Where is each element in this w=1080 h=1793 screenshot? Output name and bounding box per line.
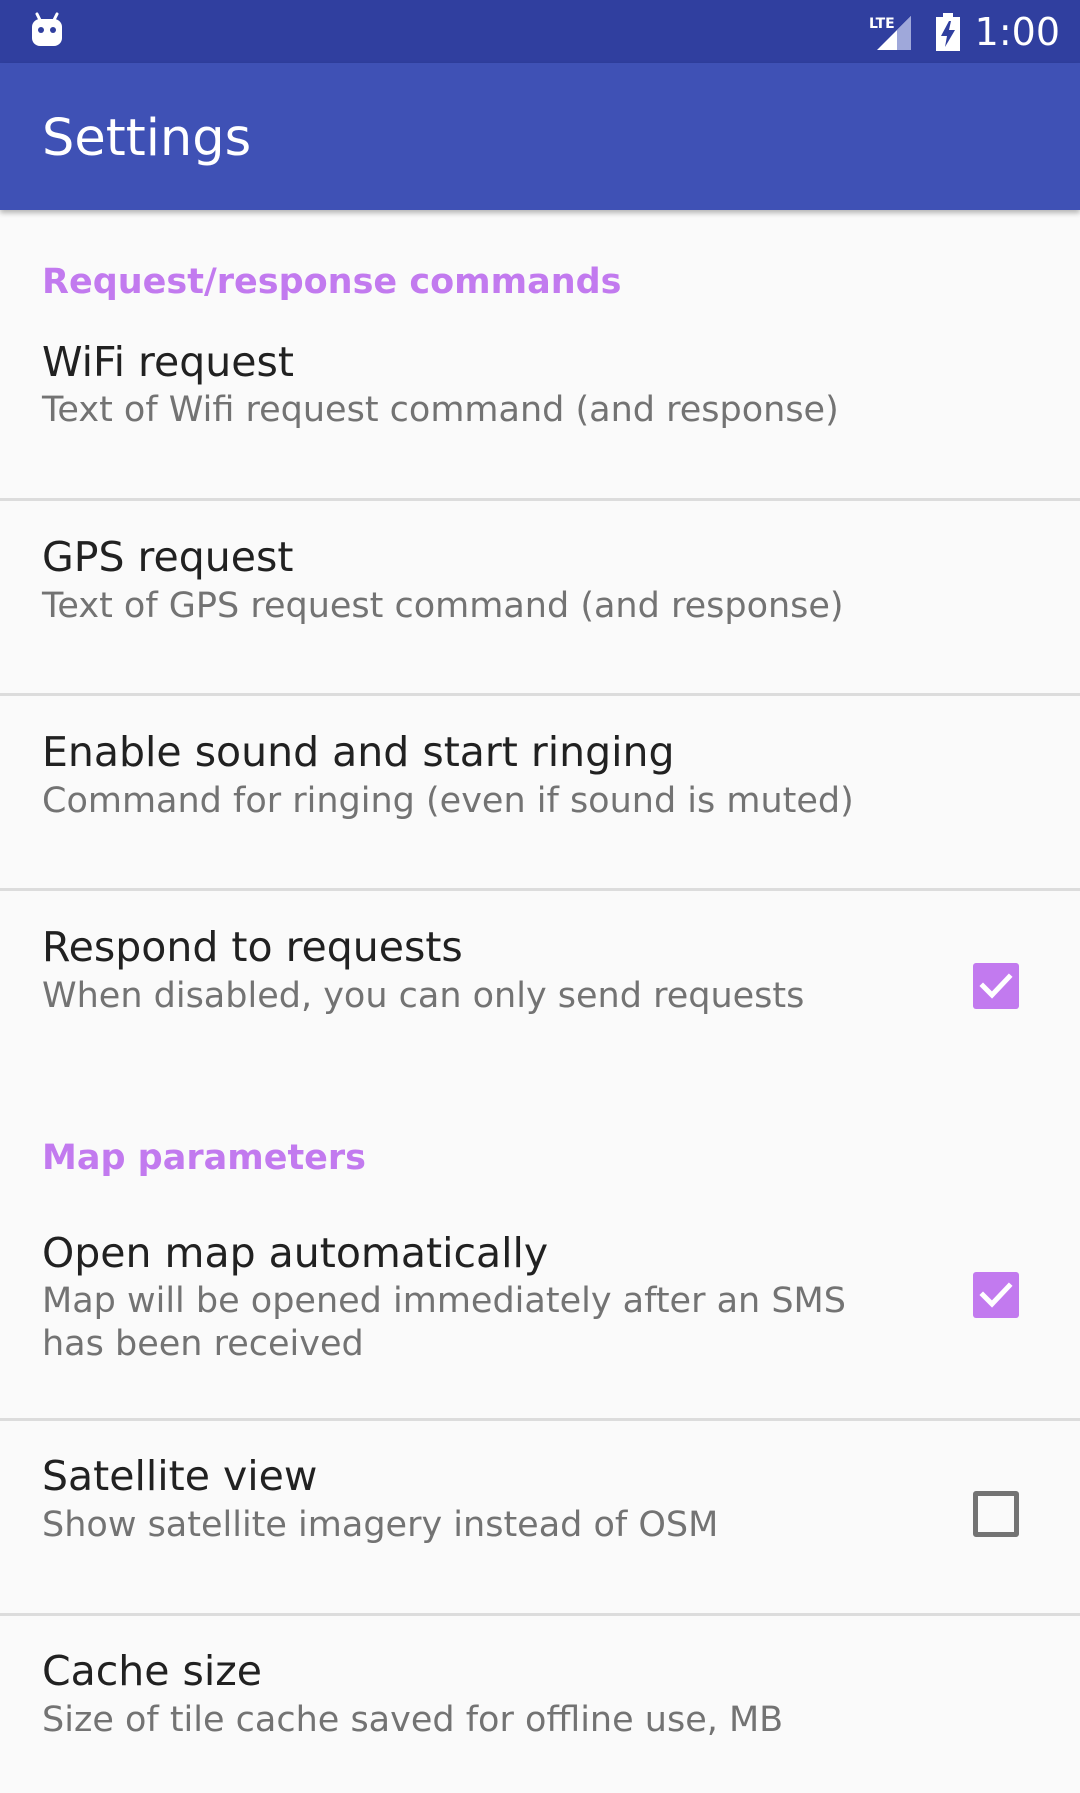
pref-title: Satellite view xyxy=(42,1452,318,1500)
pref-title: Respond to requests xyxy=(42,923,463,971)
pref-wifi-request[interactable]: WiFi request Text of Wifi request comman… xyxy=(0,307,1080,455)
status-bar: LTE 1:00 xyxy=(0,0,1080,63)
pref-title: Open map automatically xyxy=(42,1229,549,1277)
category-header-map-parameters: Map parameters xyxy=(42,1138,367,1178)
pref-summary: Map will be opened immediately after an … xyxy=(42,1281,846,1364)
android-robot-icon xyxy=(32,12,62,46)
svg-text:LTE: LTE xyxy=(869,16,895,32)
pref-title: GPS request xyxy=(42,533,294,581)
battery-charging-icon xyxy=(935,12,960,51)
pref-open-map-automatically[interactable]: Open map automatically Map will be opene… xyxy=(0,1186,1080,1418)
pref-title: Cache size xyxy=(42,1647,263,1695)
checkmark-icon xyxy=(979,1282,1013,1308)
status-clock: 1:00 xyxy=(974,9,1060,54)
pref-summary: Command for ringing (even if sound is mu… xyxy=(42,781,854,821)
status-icons: LTE 1:00 xyxy=(867,0,1060,63)
open-map-automatically-checkbox[interactable] xyxy=(973,1272,1019,1318)
lte-signal-icon: LTE xyxy=(867,12,915,52)
checkmark-icon xyxy=(979,973,1013,999)
settings-list[interactable]: Request/response commands WiFi request T… xyxy=(0,210,1080,1793)
pref-summary: Text of GPS request command (and respons… xyxy=(42,586,844,626)
pref-cache-size[interactable]: Cache size Size of tile cache saved for … xyxy=(0,1616,1080,1793)
satellite-view-checkbox[interactable] xyxy=(973,1491,1019,1537)
pref-enable-sound[interactable]: Enable sound and start ringing Command f… xyxy=(0,696,1080,888)
pref-summary: Size of tile cache saved for offline use… xyxy=(42,1700,784,1740)
pref-summary: When disabled, you can only send request… xyxy=(42,976,805,1016)
pref-title: Enable sound and start ringing xyxy=(42,728,675,776)
category-header-request-response: Request/response commands xyxy=(42,262,622,302)
respond-to-requests-checkbox[interactable] xyxy=(973,963,1019,1009)
app-toolbar: Settings xyxy=(0,63,1080,210)
pref-gps-request[interactable]: GPS request Text of GPS request command … xyxy=(0,501,1080,693)
page-title: Settings xyxy=(42,109,252,168)
pref-respond-to-requests[interactable]: Respond to requests When disabled, you c… xyxy=(0,891,1080,1086)
pref-summary: Text of Wifi request command (and respon… xyxy=(42,390,839,430)
pref-summary: Show satellite imagery instead of OSM xyxy=(42,1505,719,1545)
pref-title: WiFi request xyxy=(42,338,294,386)
pref-satellite-view[interactable]: Satellite view Show satellite imagery in… xyxy=(0,1421,1080,1613)
